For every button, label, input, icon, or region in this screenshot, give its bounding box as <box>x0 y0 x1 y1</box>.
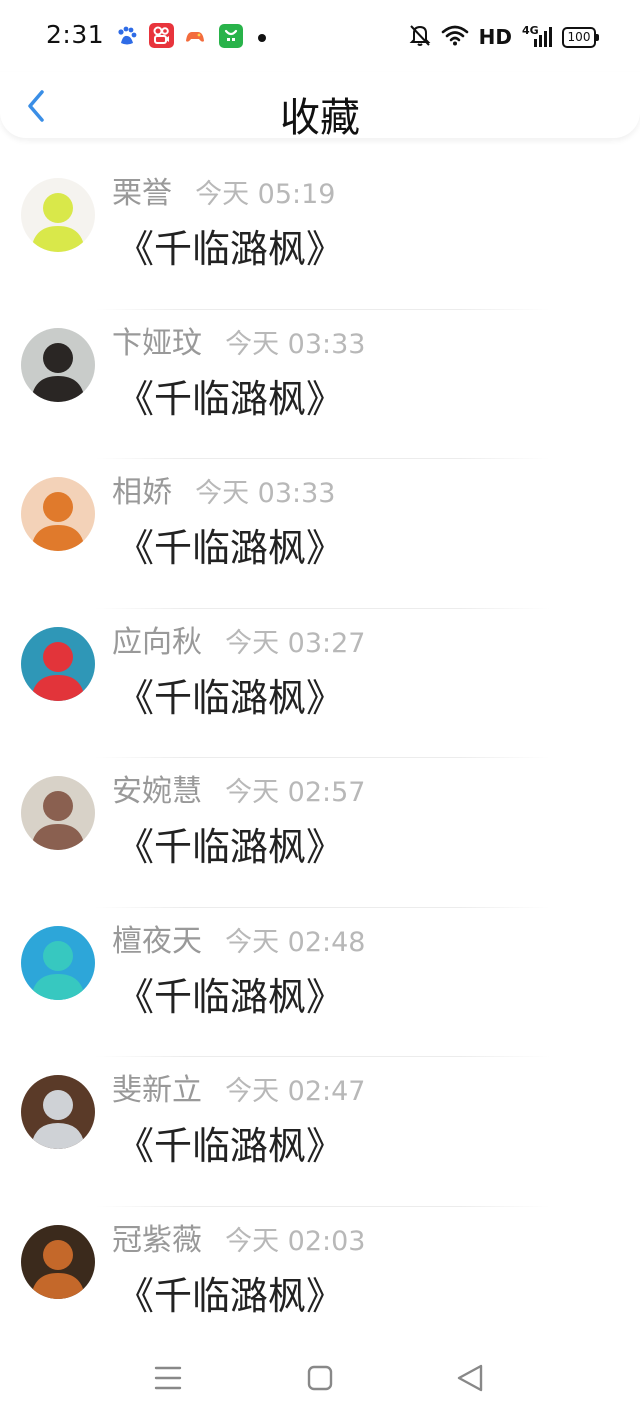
name-line: 卞娅玟 今天 03:33 <box>112 318 366 361</box>
book-title[interactable]: 《千临潞枫》 <box>116 517 344 572</box>
avatar[interactable] <box>21 178 95 252</box>
book-title[interactable]: 《千临潞枫》 <box>116 667 344 722</box>
time-stamp: 今天 03:33 <box>195 478 336 509</box>
avatar[interactable] <box>21 327 95 402</box>
user-name: 檀夜天 <box>112 923 202 959</box>
favorites-screen: 2:31 HD 4G 100 收藏 栗誉 今天 05:19 《千临潞枫》 卞娅玟… <box>0 0 640 1422</box>
avatar[interactable] <box>21 626 95 701</box>
user-name: 栗誉 <box>112 176 172 211</box>
list-item[interactable]: 冠紫薇 今天 02:03 《千临潞枫》 <box>0 1207 640 1356</box>
avatar[interactable] <box>21 477 95 551</box>
list-item[interactable]: 栗誉 今天 05:19 《千临潞枫》 <box>0 160 640 310</box>
avatar-image <box>21 1224 95 1299</box>
avatar[interactable] <box>21 776 95 850</box>
status-bar: 2:31 HD 4G 100 <box>0 0 640 72</box>
name-line: 应向秋 今天 03:27 <box>112 617 366 660</box>
book-title[interactable]: 《千临潞枫》 <box>116 1115 344 1170</box>
name-line: 檀夜天 今天 02:48 <box>112 916 366 959</box>
book-title[interactable]: 《千临潞枫》 <box>116 966 344 1021</box>
kuaishou-app-icon <box>149 23 174 48</box>
wifi-icon <box>441 24 469 50</box>
user-name: 安婉慧 <box>112 774 202 809</box>
avatar-image <box>21 1075 95 1149</box>
name-line: 安婉慧 今天 02:57 <box>112 766 366 809</box>
user-name: 斐新立 <box>112 1073 202 1108</box>
avatar-image <box>21 925 95 1000</box>
user-name: 相娇 <box>112 475 172 510</box>
shopping-app-icon <box>219 24 243 48</box>
home-button[interactable] <box>296 1354 344 1402</box>
game-app-icon <box>184 25 206 47</box>
baidu-app-icon <box>116 25 138 47</box>
notification-dot-icon <box>258 34 266 42</box>
list-item[interactable]: 应向秋 今天 03:27 《千临潞枫》 <box>0 609 640 758</box>
time-stamp: 今天 03:27 <box>225 627 366 659</box>
avatar-image <box>21 477 95 551</box>
name-line: 相娇 今天 03:33 <box>112 467 336 510</box>
home-square-icon <box>307 1365 333 1391</box>
name-line: 栗誉 今天 05:19 <box>112 168 336 211</box>
name-line: 斐新立 今天 02:47 <box>112 1065 366 1108</box>
avatar[interactable] <box>21 925 95 1000</box>
battery-icon: 100 <box>562 26 599 48</box>
list-item[interactable]: 斐新立 今天 02:47 《千临潞枫》 <box>0 1057 640 1207</box>
user-name: 应向秋 <box>112 624 202 660</box>
avatar-image <box>21 327 95 402</box>
recents-button[interactable] <box>144 1354 192 1402</box>
time-stamp: 今天 02:47 <box>225 1076 366 1107</box>
avatar-image <box>21 626 95 701</box>
list-item[interactable]: 安婉慧 今天 02:57 《千临潞枫》 <box>0 758 640 908</box>
menu-lines-icon <box>154 1366 182 1390</box>
avatar[interactable] <box>21 1075 95 1149</box>
avatar-image <box>21 776 95 850</box>
avatar[interactable] <box>21 1224 95 1299</box>
cell-signal-icon: 4G <box>522 25 552 49</box>
system-back-button[interactable] <box>446 1354 494 1402</box>
time-stamp: 今天 02:03 <box>225 1225 366 1257</box>
status-time: 2:31 <box>46 20 105 49</box>
avatar-image <box>21 178 95 252</box>
user-name: 卞娅玟 <box>112 325 202 361</box>
mute-bell-icon <box>409 23 431 51</box>
user-name: 冠紫薇 <box>112 1222 202 1258</box>
time-stamp: 今天 05:19 <box>195 179 336 210</box>
book-title[interactable]: 《千临潞枫》 <box>116 218 344 273</box>
status-indicators: HD 4G 100 <box>409 22 599 52</box>
system-nav-bar <box>0 1336 640 1422</box>
book-title[interactable]: 《千临潞枫》 <box>116 1265 344 1320</box>
page-title: 收藏 <box>280 95 360 138</box>
book-title[interactable]: 《千临潞枫》 <box>116 368 344 423</box>
hd-label: HD <box>478 25 512 49</box>
time-stamp: 今天 03:33 <box>225 328 366 360</box>
triangle-back-icon <box>457 1364 483 1392</box>
list-item[interactable]: 檀夜天 今天 02:48 《千临潞枫》 <box>0 908 640 1057</box>
favorites-list: 栗誉 今天 05:19 《千临潞枫》 卞娅玟 今天 03:33 《千临潞枫》 相… <box>0 160 640 1356</box>
title-bar: 收藏 <box>0 72 640 138</box>
list-item[interactable]: 相娇 今天 03:33 《千临潞枫》 <box>0 459 640 609</box>
book-title[interactable]: 《千临潞枫》 <box>116 816 344 871</box>
list-item[interactable]: 卞娅玟 今天 03:33 《千临潞枫》 <box>0 310 640 459</box>
time-stamp: 今天 02:48 <box>225 926 366 958</box>
time-stamp: 今天 02:57 <box>225 777 366 808</box>
name-line: 冠紫薇 今天 02:03 <box>112 1215 366 1258</box>
